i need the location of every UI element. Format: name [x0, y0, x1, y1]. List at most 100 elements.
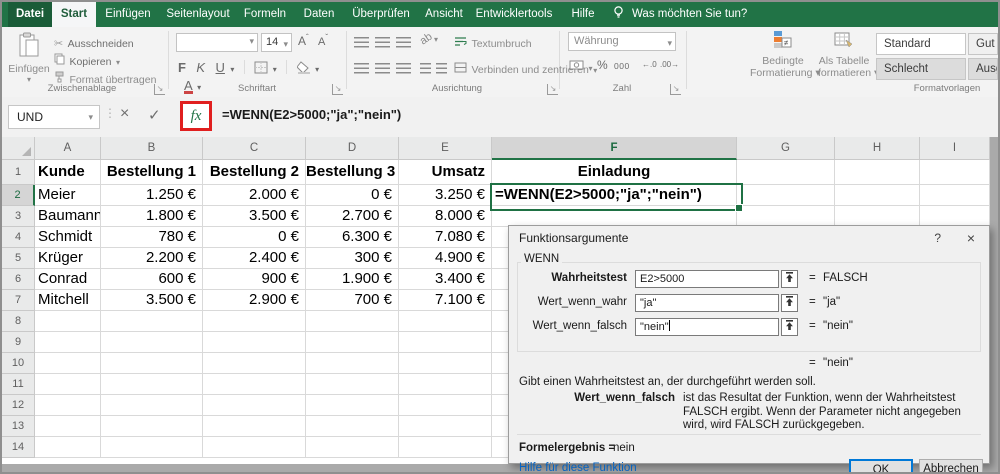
enter-formula-button[interactable]: ✓ [148, 106, 161, 124]
tell-me-label[interactable]: Was möchten Sie tun? [632, 2, 747, 27]
cell-C14[interactable] [203, 437, 306, 458]
cell-E7[interactable]: 7.100 € [399, 290, 492, 311]
cell-A10[interactable] [35, 353, 101, 374]
cell-B10[interactable] [101, 353, 203, 374]
cut-button[interactable]: ✂ Ausschneiden [54, 34, 134, 52]
row-header-6[interactable]: 6 [2, 269, 35, 290]
conditional-formatting-button[interactable]: ≠ Bedingte Formatierung ▾ [750, 30, 821, 79]
cell-I2[interactable] [920, 185, 990, 206]
fill-color-dropdown-arrow[interactable]: ▾ [315, 65, 319, 74]
cell-C5[interactable]: 2.400 € [203, 248, 306, 269]
cell-E6[interactable]: 3.400 € [399, 269, 492, 290]
paste-button[interactable]: Einfügen ▾ [8, 32, 50, 84]
cell-A1[interactable]: Kunde [35, 160, 101, 185]
cell-A2[interactable]: Meier [35, 185, 101, 206]
column-header-B[interactable]: B [101, 137, 203, 160]
orientation-dropdown-arrow[interactable]: ▾ [434, 35, 438, 44]
cell-G3[interactable] [737, 206, 835, 227]
cell-C12[interactable] [203, 395, 306, 416]
font-color-button[interactable]: A [184, 79, 193, 94]
tab-start[interactable]: Start [52, 2, 96, 27]
cell-C10[interactable] [203, 353, 306, 374]
dialog-close-icon[interactable]: × [967, 230, 975, 246]
tab-hilfe[interactable]: Hilfe [558, 2, 608, 27]
fill-handle[interactable] [735, 204, 743, 212]
tab-formeln[interactable]: Formeln [236, 2, 294, 27]
increase-decimal-button[interactable]: ←.0 [642, 60, 657, 69]
cell-A5[interactable]: Krüger [35, 248, 101, 269]
cell-B1[interactable]: Bestellung 1 [101, 160, 203, 185]
cell-C9[interactable] [203, 332, 306, 353]
column-header-A[interactable]: A [35, 137, 101, 160]
cell-C4[interactable]: 0 € [203, 227, 306, 248]
cell-E2[interactable]: 3.250 € [399, 185, 492, 206]
orientation-button[interactable]: ab [418, 31, 435, 48]
cancel-formula-button[interactable]: × [120, 105, 129, 123]
column-header-C[interactable]: C [203, 137, 306, 160]
number-dialog-launcher[interactable]: ↘ [670, 84, 681, 95]
font-name-combo[interactable]: ▾ [176, 33, 258, 52]
arg-input-wert_wenn_falsch[interactable]: "nein" [635, 318, 779, 336]
cell-A13[interactable] [35, 416, 101, 437]
cell-H3[interactable] [835, 206, 920, 227]
cell-F3[interactable] [492, 206, 737, 227]
cell-E12[interactable] [399, 395, 492, 416]
cell-A4[interactable]: Schmidt [35, 227, 101, 248]
dialog-help-button[interactable]: ? [934, 231, 941, 245]
cell-A14[interactable] [35, 437, 101, 458]
decrease-decimal-button[interactable]: .00→ [660, 60, 679, 69]
collapse-dialog-button-wahrheitstest[interactable] [781, 270, 798, 288]
column-header-E[interactable]: E [399, 137, 492, 160]
select-all-corner[interactable] [2, 137, 35, 160]
underline-button[interactable]: U [216, 60, 225, 75]
column-header-G[interactable]: G [737, 137, 835, 160]
cell-E4[interactable]: 7.080 € [399, 227, 492, 248]
row-header-1[interactable]: 1 [2, 160, 35, 185]
cell-D3[interactable]: 2.700 € [306, 206, 399, 227]
cell-D12[interactable] [306, 395, 399, 416]
cell-E11[interactable] [399, 374, 492, 395]
column-header-F[interactable]: F [492, 137, 737, 160]
cell-B13[interactable] [101, 416, 203, 437]
cell-C3[interactable]: 3.500 € [203, 206, 306, 227]
formula-input[interactable]: =WENN(E2>5000;"ja";"nein") [222, 107, 401, 122]
cell-B2[interactable]: 1.250 € [101, 185, 203, 206]
cell-C6[interactable]: 900 € [203, 269, 306, 290]
cell-B9[interactable] [101, 332, 203, 353]
cell-C7[interactable]: 2.900 € [203, 290, 306, 311]
cell-C11[interactable] [203, 374, 306, 395]
copy-button[interactable]: Kopieren ▾ [54, 52, 120, 70]
font-dialog-launcher[interactable]: ↘ [332, 84, 343, 95]
dialog-title-bar[interactable]: Funktionsargumente ? × [509, 226, 989, 250]
name-box[interactable]: UND ▾ [8, 105, 100, 129]
cell-H2[interactable] [835, 185, 920, 206]
cell-D4[interactable]: 6.300 € [306, 227, 399, 248]
tab-daten[interactable]: Daten [294, 2, 344, 27]
cell-D8[interactable] [306, 311, 399, 332]
underline-dropdown-arrow[interactable]: ▾ [230, 65, 234, 74]
cell-C2[interactable]: 2.000 € [203, 185, 306, 206]
increase-indent-button[interactable] [436, 61, 447, 79]
row-header-11[interactable]: 11 [2, 374, 35, 395]
cell-D13[interactable] [306, 416, 399, 437]
cell-B3[interactable]: 1.800 € [101, 206, 203, 227]
align-right-button[interactable] [396, 61, 411, 79]
font-size-combo[interactable]: 14 ▾ [261, 33, 292, 52]
cell-E10[interactable] [399, 353, 492, 374]
decrease-indent-button[interactable] [420, 61, 431, 79]
cell-B5[interactable]: 2.200 € [101, 248, 203, 269]
cell-A7[interactable]: Mitchell [35, 290, 101, 311]
tab-seitenlayout[interactable]: Seitenlayout [160, 2, 236, 27]
accounting-format-button[interactable]: ▾ [569, 58, 592, 76]
arg-input-wert_wenn_wahr[interactable]: "ja" [635, 294, 779, 312]
cell-A8[interactable] [35, 311, 101, 332]
cell-A9[interactable] [35, 332, 101, 353]
row-header-2[interactable]: 2 [2, 185, 35, 206]
insert-function-button[interactable]: fx [191, 108, 202, 124]
cell-A3[interactable]: Baumann [35, 206, 101, 227]
align-left-button[interactable] [354, 61, 369, 79]
ok-button[interactable]: OK [849, 459, 913, 472]
row-header-14[interactable]: 14 [2, 437, 35, 458]
align-center-button[interactable] [375, 61, 390, 79]
column-header-I[interactable]: I [920, 137, 990, 160]
